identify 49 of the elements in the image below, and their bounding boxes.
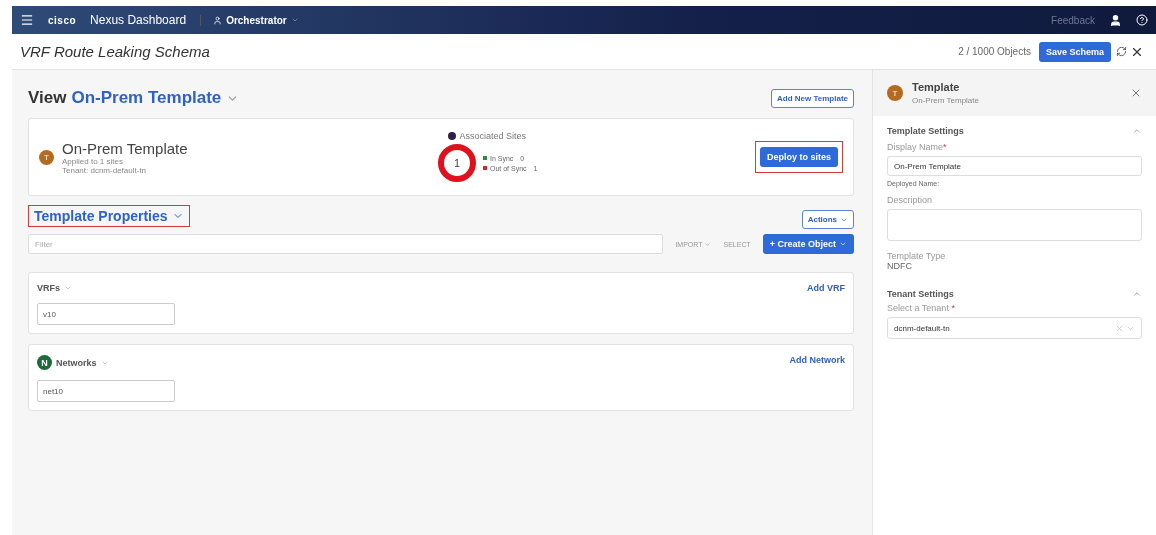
section-title: Tenant Settings bbox=[887, 289, 954, 299]
object-item[interactable]: net10 bbox=[37, 380, 175, 402]
chevron-down-icon bbox=[290, 16, 299, 24]
object-count: 2 / 1000 Objects bbox=[958, 46, 1031, 57]
user-icon bbox=[213, 15, 223, 25]
product-name: Nexus Dashboard bbox=[90, 13, 187, 27]
deploy-button[interactable]: Deploy to sites bbox=[760, 147, 838, 167]
chevron-down-icon bbox=[839, 240, 847, 248]
associated-sites-label: Associated Sites bbox=[448, 131, 526, 141]
template-avatar: T bbox=[39, 149, 54, 165]
chevron-down-icon bbox=[704, 240, 712, 248]
section-title[interactable]: VRFs bbox=[37, 283, 72, 293]
description-field[interactable] bbox=[887, 209, 1142, 241]
help-icon[interactable] bbox=[1136, 14, 1148, 26]
field-label: Display Name* bbox=[887, 142, 948, 152]
refresh-icon[interactable] bbox=[1116, 46, 1127, 57]
save-schema-button[interactable]: Save Schema bbox=[1038, 41, 1111, 62]
add-link[interactable]: Add VRF bbox=[807, 283, 845, 293]
template-name: On-Prem Template bbox=[62, 139, 189, 157]
field-label: Description bbox=[887, 195, 934, 205]
add-template-button[interactable]: Add New Template bbox=[771, 88, 854, 108]
field-label: Select a Tenant * bbox=[887, 303, 956, 313]
feedback-link[interactable]: Feedback bbox=[1051, 14, 1095, 26]
sync-ring-drawing: 1 bbox=[437, 143, 477, 183]
user-icon[interactable] bbox=[1109, 13, 1122, 27]
display-name-field[interactable]: On-Prem Template bbox=[887, 156, 1142, 176]
add-link[interactable]: Add Network bbox=[789, 355, 845, 365]
object-item[interactable]: v10 bbox=[37, 303, 175, 325]
view-title: View On-Prem Template bbox=[28, 88, 240, 108]
section-badge: N bbox=[37, 355, 52, 370]
applied-text: Applied to 1 sites bbox=[62, 156, 124, 166]
brand-logo: cisco bbox=[48, 14, 77, 26]
menu-icon[interactable] bbox=[20, 13, 34, 27]
create-object-button[interactable]: + Create Object bbox=[762, 234, 854, 254]
schema-title: VRF Route Leaking Schema bbox=[20, 43, 210, 60]
properties-title[interactable]: Template Properties bbox=[34, 207, 184, 224]
template-type-value: NDFC bbox=[887, 261, 913, 271]
section-title[interactable]: N Networks bbox=[37, 355, 109, 370]
template-avatar: T bbox=[887, 85, 903, 101]
chevron-down-icon bbox=[64, 284, 72, 292]
panel-subtitle: On-Prem Template bbox=[912, 96, 980, 105]
tenant-text: Tenant: dcnm-default-tn bbox=[62, 165, 148, 175]
section-title: Template Settings bbox=[887, 126, 964, 136]
panel-title: Template bbox=[912, 81, 961, 93]
field-label: Template Type bbox=[887, 251, 947, 261]
app-selector[interactable]: Orchestrator bbox=[200, 14, 299, 26]
actions-button[interactable]: Actions bbox=[801, 210, 854, 229]
filter-field[interactable]: Filter bbox=[28, 234, 664, 254]
dot-icon bbox=[448, 132, 457, 140]
